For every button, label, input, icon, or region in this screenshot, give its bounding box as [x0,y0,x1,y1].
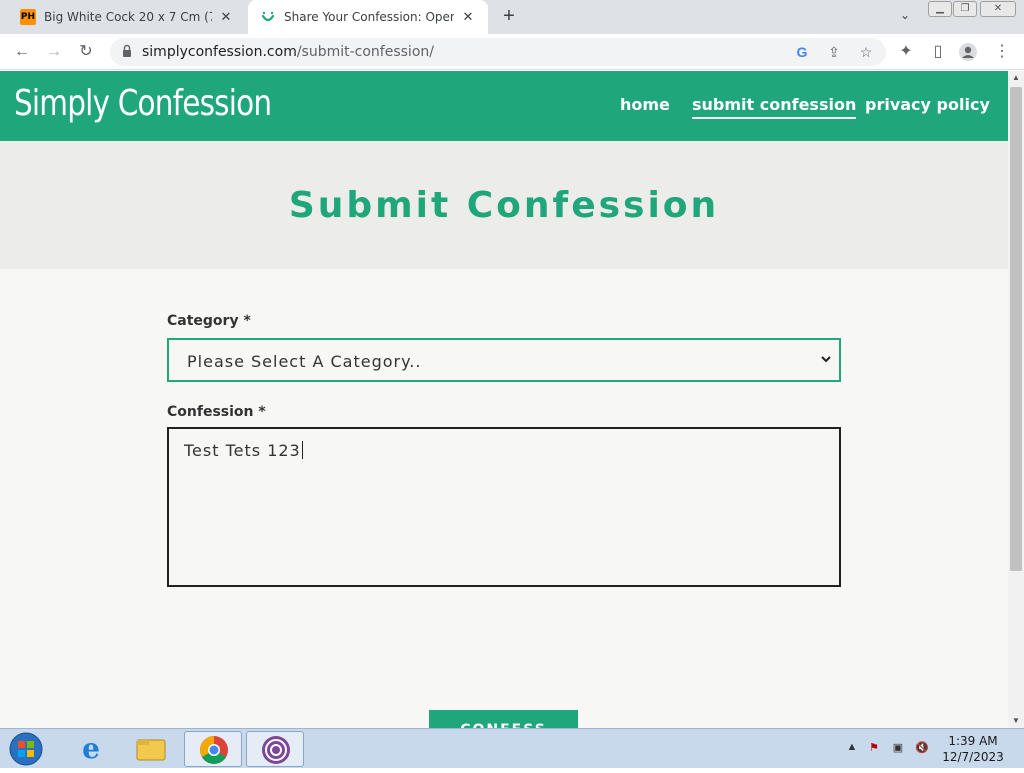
tab-inactive[interactable]: PH Big White Cock 20 x 7 Cm (7.9 x 2 ✕ [8,0,246,34]
more-menu-icon[interactable]: ⋮ [992,42,1012,62]
restore-button[interactable]: ❐ [953,1,977,17]
confession-text-value: Test Tets 123 [184,441,301,460]
action-center-icon[interactable]: ⚑ [866,741,882,757]
windows-taskbar: e ▲ ⚑ ▣ 🔇 1:39 AM 12/7/2023 [0,728,1024,768]
file-explorer-icon[interactable] [122,731,180,767]
address-bar[interactable]: simplyconfession.com/submit-confession/ … [110,38,886,66]
back-arrow-icon[interactable]: ← [12,42,32,62]
site-header: Simply Confession home submit confession… [0,71,1008,141]
url-text: simplyconfession.com/submit-confession/ [142,44,434,60]
confession-label: Confession * [167,404,266,420]
lock-icon [123,44,131,57]
tab-strip: PH Big White Cock 20 x 7 Cm (7.9 x 2 ✕ S… [0,0,1024,34]
nav-home[interactable]: home [620,95,670,114]
tab-title: Big White Cock 20 x 7 Cm (7.9 x 2 [44,10,212,24]
page-scrollbar[interactable]: ▲ ▼ [1008,71,1024,728]
url-path: /submit-confession/ [296,44,434,60]
system-clock[interactable]: 1:39 AM 12/7/2023 [940,733,1006,765]
scrollbar-thumb[interactable] [1010,87,1022,571]
category-select[interactable]: Please Select A Category.. [167,338,841,382]
minimize-button[interactable]: ▁ [928,1,952,17]
smile-favicon-icon [260,9,276,25]
confession-text: Test Tets 123 [184,441,303,460]
clock-date: 12/7/2023 [942,750,1004,764]
window-close-button[interactable]: ✕ [980,1,1016,17]
nav-submit-confession[interactable]: submit confession [692,95,857,119]
side-panel-icon[interactable]: ▯ [928,42,948,62]
scroll-down-icon[interactable]: ▼ [1008,714,1024,728]
google-icon[interactable]: G [792,42,812,62]
page-hero: Submit Confession [0,141,1008,269]
browser-toolbar: ← → ↻ simplyconfession.com/submit-confes… [0,34,1024,70]
site-logo[interactable]: Simply Confession [14,83,272,124]
category-label: Category * [167,313,251,329]
page-title: Submit Confession [288,185,720,226]
close-icon[interactable]: ✕ [218,10,234,25]
tab-active[interactable]: Share Your Confession: Open Up ✕ [248,0,488,34]
tor-browser-icon[interactable] [246,731,304,767]
text-caret [301,441,303,459]
chrome-icon[interactable] [184,731,242,767]
profile-icon[interactable] [958,42,978,62]
scroll-up-icon[interactable]: ▲ [1008,71,1024,85]
reload-icon[interactable]: ↻ [76,42,96,62]
page-viewport: Simply Confession home submit confession… [0,71,1008,728]
confess-button[interactable]: CONFESS [429,710,578,728]
svg-text:e: e [82,732,100,765]
pornhub-favicon-icon: PH [20,9,36,25]
start-button[interactable] [6,731,46,767]
confession-textarea[interactable]: Test Tets 123 [167,427,841,587]
close-icon[interactable]: ✕ [460,10,476,25]
url-host: simplyconfession.com [142,44,297,60]
nav-privacy-policy[interactable]: privacy policy [865,95,990,114]
forward-arrow-icon[interactable]: → [44,42,64,62]
tray-expand-icon[interactable]: ▲ [844,741,860,757]
volume-muted-icon[interactable]: 🔇 [914,741,930,757]
clock-time: 1:39 AM [948,734,998,748]
star-icon[interactable]: ☆ [856,42,876,62]
tab-title: Share Your Confession: Open Up [284,10,454,24]
new-tab-button[interactable]: + [498,6,520,28]
category-select-value: Please Select A Category.. [187,352,422,371]
internet-explorer-icon[interactable]: e [62,731,120,767]
extensions-icon[interactable]: ✦ [896,42,916,62]
network-icon[interactable]: ▣ [890,741,906,757]
share-icon[interactable]: ⇪ [824,42,844,62]
chevron-down-icon [821,356,831,363]
chevron-down-icon[interactable]: ⌄ [896,8,914,26]
